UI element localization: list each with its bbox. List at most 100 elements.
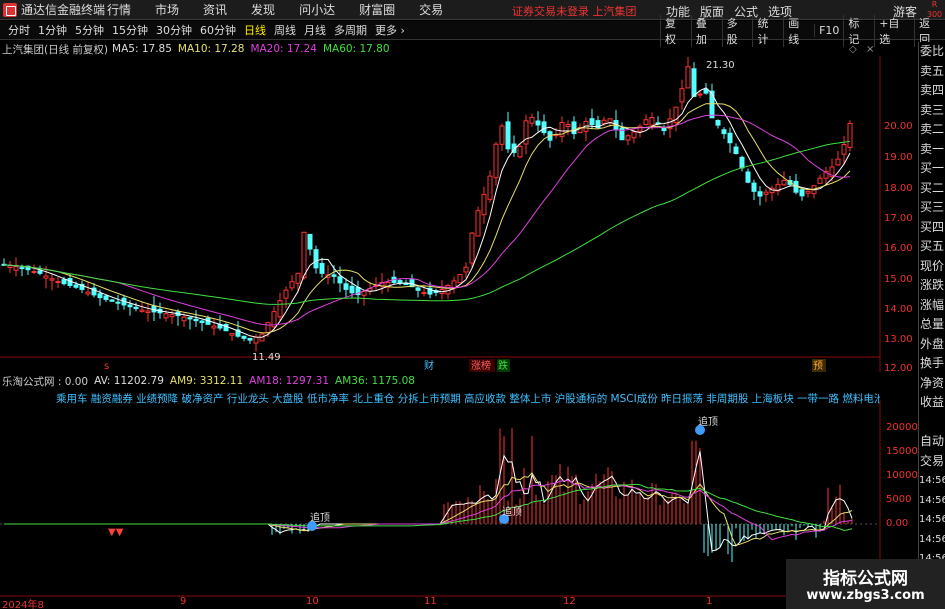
period-tab-daily[interactable]: 日线 — [244, 22, 266, 38]
indicator-line-3 — [4, 451, 853, 552]
candle-body — [457, 274, 463, 284]
y-tick-13: 13.00 — [884, 334, 913, 345]
f10-button[interactable]: F10 — [814, 24, 843, 37]
candle-body — [199, 320, 205, 324]
side-panel-item[interactable]: 交易 — [919, 452, 945, 472]
period-tab-30min[interactable]: 30分钟 — [156, 22, 192, 38]
chart-close-icon[interactable]: × — [866, 44, 874, 55]
candle-body — [361, 291, 367, 296]
main-menu: 行情 市场 资讯 发现 问小达 财富圈 交易 — [107, 1, 467, 18]
indicator-chart[interactable]: 追顶 追顶 追顶 ▼▼ — [0, 400, 918, 600]
candle-body — [637, 125, 643, 132]
side-panel-item: 涨幅 — [919, 297, 944, 312]
x-label-aug: 2024年8 — [2, 600, 44, 609]
candle-body — [145, 310, 151, 314]
candle-body — [625, 135, 631, 141]
side-panel-item[interactable]: 自动 — [919, 432, 945, 452]
y-tick-19: 19.00 — [884, 152, 913, 163]
candle-body — [319, 263, 325, 274]
ma5-line — [3, 87, 851, 338]
period-tabs: 分时 1分钟 5分钟 15分钟 30分钟 60分钟 日线 周线 月线 多周期 更… — [0, 22, 405, 38]
candle-body — [421, 292, 427, 295]
period-tab-intraday[interactable]: 分时 — [8, 22, 30, 38]
menu-wealth[interactable]: 财富圈 — [359, 1, 395, 18]
candle-body — [847, 122, 853, 148]
period-tab-multi[interactable]: 多周期 — [334, 22, 367, 38]
candle-body — [709, 90, 715, 119]
app-title: 通达信金融终端 — [21, 3, 106, 17]
candle-body — [481, 193, 487, 216]
candle-body — [31, 271, 37, 274]
sub-y-tick-10000: 10000 — [886, 470, 918, 481]
side-panel-item: 14:56 — [919, 494, 945, 506]
candle-body — [469, 232, 475, 264]
login-notice[interactable]: 证券交易未登录 上汽集团 — [512, 3, 637, 19]
low-label: 11.49 — [252, 352, 281, 363]
app-logo-icon — [3, 2, 17, 17]
candlestick-chart[interactable]: 21.30 11.49 s 财 涨榜 跌 预 ◇ × — [0, 42, 918, 372]
candle-body — [43, 275, 49, 279]
candle-body — [487, 175, 493, 200]
candle-body — [277, 300, 283, 318]
am36-value: AM36: 1175.08 — [335, 375, 415, 387]
candle-body — [133, 306, 139, 310]
menu-quotes[interactable]: 行情 — [107, 1, 131, 18]
candle-body — [169, 314, 175, 318]
menu-ask[interactable]: 问小达 — [299, 1, 335, 18]
menu-trade[interactable]: 交易 — [419, 1, 443, 18]
candle-body — [499, 125, 505, 145]
period-tab-5min[interactable]: 5分钟 — [75, 22, 104, 38]
red-signal-icon: ▼▼ — [108, 527, 124, 538]
menu-news[interactable]: 资讯 — [203, 1, 227, 18]
candle-body — [631, 131, 637, 139]
period-tab-monthly[interactable]: 月线 — [304, 22, 326, 38]
menu-market[interactable]: 市场 — [155, 1, 179, 18]
period-toolbar: 分时 1分钟 5分钟 15分钟 30分钟 60分钟 日线 周线 月线 多周期 更… — [0, 14, 945, 47]
side-panel-item: 净资 — [919, 375, 944, 390]
side-panel-item: 卖三 — [919, 102, 944, 117]
ma10-line — [3, 103, 851, 334]
marker-forecast[interactable]: 预 — [813, 360, 823, 372]
candle-body — [127, 304, 133, 308]
candle-body — [103, 295, 109, 300]
period-tab-more[interactable]: 更多 › — [375, 22, 405, 38]
candle-body — [751, 182, 757, 192]
indicator-name[interactable]: 乐淘公式网 : 0.00 — [2, 374, 88, 389]
sub-y-tick-0: 0.00 — [886, 518, 909, 529]
candle-body — [529, 116, 535, 124]
period-tab-15min[interactable]: 15分钟 — [112, 22, 148, 38]
side-panel-item: 买四 — [919, 219, 944, 234]
period-tab-60min[interactable]: 60分钟 — [200, 22, 236, 38]
candle-body — [679, 88, 685, 103]
period-tab-1min[interactable]: 1分钟 — [38, 22, 67, 38]
quote-side-panel: 委比 卖五 卖四 卖三 卖二 卖一 买一 买二 买三 买四 买五 现价 涨跌 涨幅 总量 外盘 换手 净资 收益 自动… — [918, 42, 945, 609]
candle-body — [661, 127, 667, 132]
candle-body — [697, 93, 703, 96]
candle-body — [85, 291, 91, 295]
chart-settings-icon[interactable]: ◇ — [849, 44, 857, 55]
side-panel-item: 14:56 — [919, 533, 945, 545]
candle-body — [37, 270, 43, 274]
x-label-dec: 12 — [563, 596, 576, 607]
ma60-line — [3, 140, 851, 305]
candle-body — [349, 285, 355, 294]
candle-body — [733, 146, 739, 155]
candle-body — [283, 289, 289, 299]
period-tab-weekly[interactable]: 周线 — [274, 22, 296, 38]
marker-fall[interactable]: 跌 — [498, 359, 508, 372]
ma20-line — [3, 114, 851, 326]
candle-body — [229, 332, 235, 336]
watermark: 指标公式网 www.zbgs3.com — [786, 559, 945, 609]
candle-body — [19, 267, 25, 270]
side-panel-item — [919, 413, 945, 433]
candle-body — [571, 121, 577, 135]
marker-finance[interactable]: 财 — [424, 359, 434, 372]
candle-body — [739, 156, 745, 169]
candle-body — [193, 318, 199, 322]
marker-rank[interactable]: 涨榜 — [471, 359, 491, 372]
y-tick-20: 20.00 — [884, 121, 913, 132]
candle-body — [253, 336, 259, 344]
y-tick-14: 14.00 — [884, 304, 913, 315]
menu-discover[interactable]: 发现 — [251, 1, 275, 18]
candle-body — [49, 278, 55, 281]
